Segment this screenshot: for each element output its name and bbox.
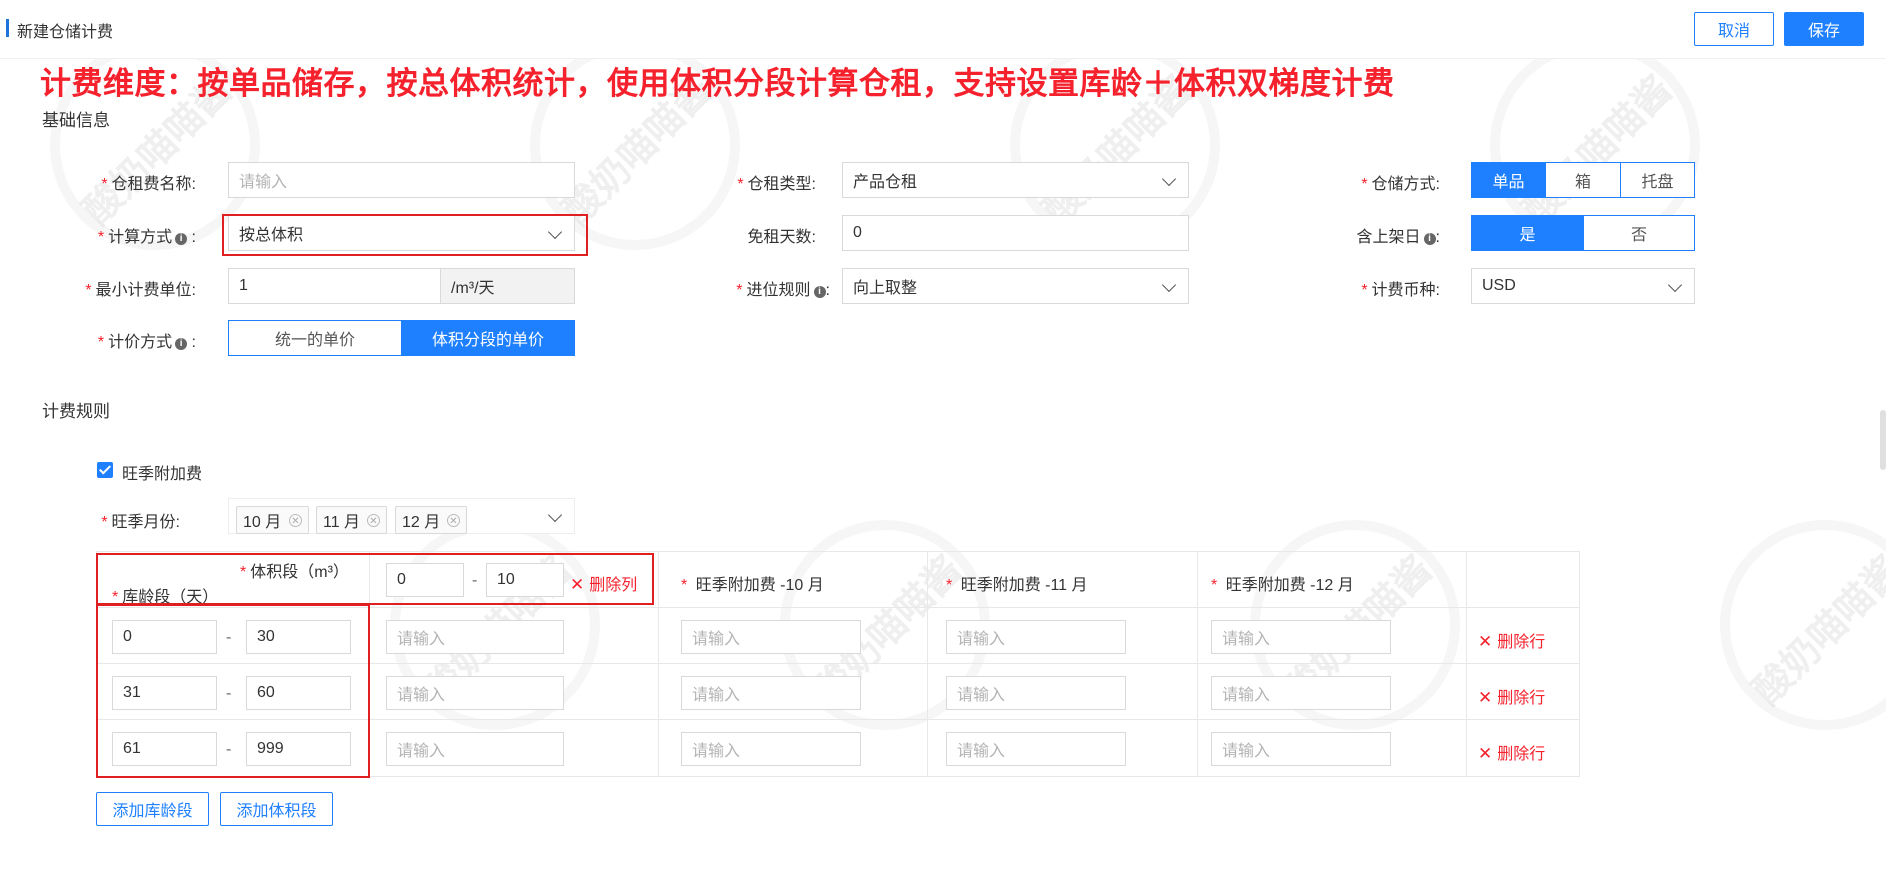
price-input[interactable]: 请输入	[386, 732, 564, 766]
peak-oct-input[interactable]: 请输入	[681, 732, 861, 766]
add-age-range-button[interactable]: 添加库龄段	[96, 792, 209, 826]
title-accent-bar	[6, 19, 9, 37]
storage-mode-option-single[interactable]: 单品	[1471, 162, 1546, 198]
scrollbar[interactable]	[1880, 410, 1886, 470]
close-icon[interactable]: ✕	[289, 514, 302, 527]
peak-col-header-oct: * 旺季附加费 -10 月	[681, 577, 824, 594]
free-days-input[interactable]: 0	[842, 215, 1189, 251]
rounding-select[interactable]: 向上取整	[842, 268, 1189, 304]
col-divider	[927, 551, 928, 777]
highlight-box-volume-header	[96, 553, 654, 605]
page-title: 新建仓储计费	[17, 24, 114, 41]
price-input[interactable]: 请输入	[386, 676, 564, 710]
highlight-box-age-ranges	[96, 604, 370, 778]
storage-mode-option-box[interactable]: 箱	[1545, 162, 1621, 198]
section-title-basic: 基础信息	[42, 111, 110, 130]
month-tag: 11 月 ✕	[316, 506, 387, 534]
col-divider	[1466, 551, 1467, 777]
peak-oct-input[interactable]: 请输入	[681, 620, 861, 654]
peak-surcharge-checkbox[interactable]	[97, 462, 113, 478]
calc-method-label: * 计算方式 i :	[97, 229, 196, 246]
delete-row-button[interactable]: ✕ 删除行	[1478, 684, 1545, 708]
close-icon: ✕	[1478, 744, 1493, 763]
close-icon[interactable]: ✕	[447, 514, 460, 527]
cancel-button[interactable]: 取消	[1694, 12, 1774, 46]
peak-dec-input[interactable]: 请输入	[1211, 676, 1391, 710]
rounding-label: * 进位规则 i:	[736, 282, 830, 299]
price-input[interactable]: 请输入	[386, 620, 564, 654]
info-icon: i	[813, 286, 826, 298]
peak-oct-input[interactable]: 请输入	[681, 676, 861, 710]
pricing-option-volume-tiered[interactable]: 体积分段的单价	[401, 320, 575, 356]
pricing-option-uniform[interactable]: 统一的单价	[228, 320, 402, 356]
free-days-label: 免租天数:	[747, 229, 816, 246]
info-icon: i	[1423, 233, 1436, 245]
rent-type-select[interactable]: 产品仓租	[842, 162, 1189, 198]
info-icon: i	[175, 338, 188, 350]
peak-nov-input[interactable]: 请输入	[946, 620, 1126, 654]
col-divider	[1197, 551, 1198, 777]
highlight-box-calc-method	[222, 214, 588, 256]
month-tag: 10 月 ✕	[236, 506, 309, 534]
chevron-down-icon	[547, 507, 563, 523]
watermark-text: 酸奶喵喵酱	[1516, 68, 1681, 233]
peak-dec-input[interactable]: 请输入	[1211, 620, 1391, 654]
peak-col-header-nov: * 旺季附加费 -11 月	[946, 577, 1088, 594]
peak-nov-input[interactable]: 请输入	[946, 732, 1126, 766]
delete-row-button[interactable]: ✕ 删除行	[1478, 740, 1545, 764]
peak-nov-input[interactable]: 请输入	[946, 676, 1126, 710]
storage-mode-option-pallet[interactable]: 托盘	[1620, 162, 1695, 198]
shelving-day-option-no[interactable]: 否	[1583, 215, 1695, 251]
col-divider	[658, 551, 659, 777]
storage-mode-label: * 仓储方式:	[1361, 176, 1440, 193]
delete-row-button[interactable]: ✕ 删除行	[1478, 628, 1545, 652]
info-icon: i	[175, 233, 188, 245]
annotation-banner: 计费维度：按单品储存，按总体积统计，使用体积分段计算仓租，支持设置库龄＋体积双梯…	[40, 66, 1395, 101]
close-icon: ✕	[1478, 688, 1493, 707]
save-button[interactable]: 保存	[1784, 12, 1864, 46]
chevron-down-icon	[1667, 277, 1683, 293]
watermark-seal	[1720, 520, 1886, 730]
min-unit-suffix: /m³/天	[440, 268, 575, 304]
min-unit-label: * 最小计费单位:	[85, 282, 196, 299]
currency-select[interactable]: USD	[1471, 268, 1695, 304]
peak-surcharge-label: 旺季附加费	[122, 466, 203, 483]
close-icon: ✕	[1478, 632, 1493, 651]
rent-name-label: * 仓租费名称:	[101, 176, 196, 193]
chevron-down-icon	[1161, 171, 1177, 187]
add-volume-range-button[interactable]: 添加体积段	[220, 792, 333, 826]
min-unit-input[interactable]: 1	[228, 268, 441, 304]
watermark-text: 酸奶喵喵酱	[1746, 548, 1886, 713]
peak-col-header-dec: * 旺季附加费 -12 月	[1211, 577, 1354, 594]
page-header	[0, 0, 1886, 59]
rent-type-label: * 仓租类型:	[737, 176, 816, 193]
rent-name-input[interactable]: 请输入	[228, 162, 575, 198]
currency-label: * 计费币种:	[1361, 282, 1440, 299]
include-shelving-day-label: 含上架日 i:	[1356, 229, 1440, 246]
section-title-rules: 计费规则	[42, 402, 110, 421]
pricing-method-label: * 计价方式 i :	[97, 334, 196, 351]
chevron-down-icon	[1161, 277, 1177, 293]
peak-months-label: * 旺季月份:	[101, 514, 180, 531]
month-tag: 12 月 ✕	[395, 506, 467, 534]
shelving-day-option-yes[interactable]: 是	[1471, 215, 1584, 251]
peak-dec-input[interactable]: 请输入	[1211, 732, 1391, 766]
close-icon[interactable]: ✕	[367, 514, 380, 527]
